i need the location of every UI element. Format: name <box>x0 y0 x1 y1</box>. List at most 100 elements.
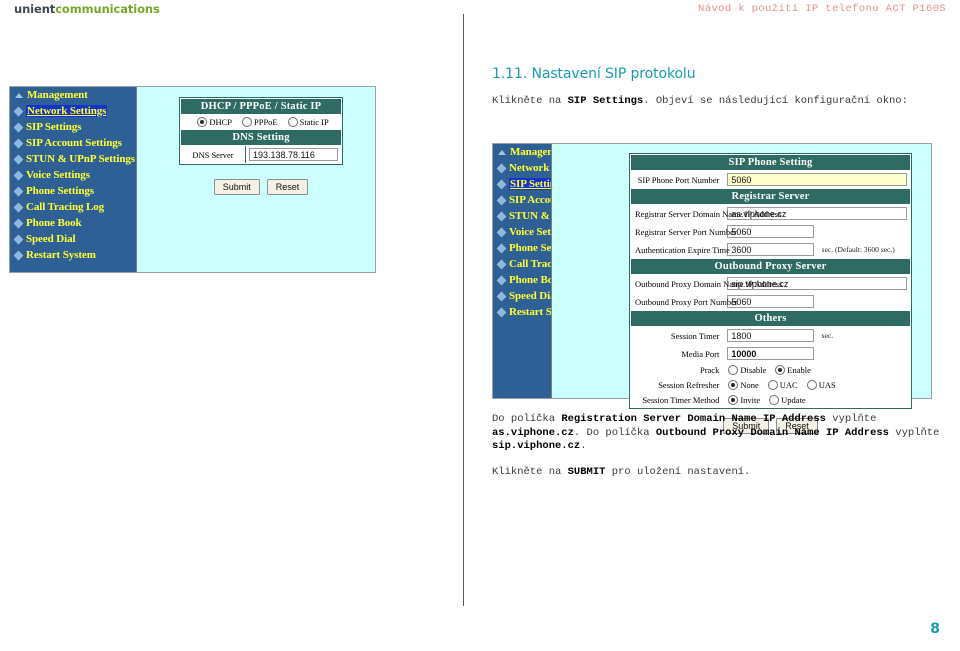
dhcp-section-header: DHCP / PPPoE / Static IP <box>181 99 341 114</box>
radio-option-method-update[interactable]: Update <box>769 395 806 405</box>
sip-phone-port-input[interactable]: 5060 <box>727 173 907 186</box>
submit-button[interactable]: Submit <box>213 179 260 195</box>
table-row: SIP Phone Setting <box>631 155 910 170</box>
outbound-port-input[interactable]: 5060 <box>727 295 814 308</box>
diamond-icon <box>496 275 507 285</box>
radio-label: UAS <box>818 380 836 390</box>
menu-item-label: Phone Book <box>26 217 82 229</box>
menu-item-voice-settings[interactable]: Voice Settings <box>493 224 573 240</box>
prack-radio-group[interactable]: Disable Enable <box>724 363 910 377</box>
menu-item-management[interactable]: Management <box>10 87 136 103</box>
intro-paragraph: Klikněte na SIP Settings. Objeví se násl… <box>492 95 932 109</box>
menu-item-network-settings[interactable]: Network Settings <box>10 103 136 119</box>
menu-item-phone-settings[interactable]: Phone Settings <box>493 240 577 256</box>
menu-item-label: Restart System <box>26 249 96 261</box>
radio-icon[interactable] <box>197 117 208 127</box>
registrar-port-input[interactable]: 5060 <box>727 225 814 238</box>
session-timer-method-radio-group[interactable]: Invite Update <box>724 393 910 407</box>
session-timer-label: Session Timer <box>631 327 724 344</box>
radio-option-dhcp[interactable]: DHCP <box>197 117 232 127</box>
media-port-input[interactable]: 10000 <box>727 347 814 360</box>
others-header: Others <box>631 311 910 326</box>
sip-phone-port-cell: 5060 <box>724 171 910 188</box>
menu-item-sip-account-settings[interactable]: SIP Account Settings <box>10 135 136 151</box>
menu-item-phone-book[interactable]: Phone Book <box>493 272 565 288</box>
outbound-domain-label: Outbound Proxy Domain Name IP Address <box>631 275 782 292</box>
menu-item-management[interactable]: Management <box>493 144 571 160</box>
session-timer-input[interactable]: 1800 <box>727 329 814 342</box>
radio-option-method-invite[interactable]: Invite <box>728 395 760 405</box>
radio-option-refresher-uac[interactable]: UAC <box>767 380 798 390</box>
final-paragraph: Klikněte na SUBMIT pro uložení nastavení… <box>492 466 942 480</box>
final-text-bold: SUBMIT <box>567 466 606 478</box>
menu-item-stun-upnp-settings[interactable]: STUN & UPnP Settings <box>493 208 618 224</box>
device-menu-left: Management Network Settings SIP Settings… <box>10 87 136 272</box>
media-port-cell: 10000 <box>724 345 817 362</box>
media-port-label: Media Port <box>631 345 724 362</box>
registrar-domain-input[interactable]: as.viphone.cz <box>727 207 907 220</box>
ip-mode-radio-group[interactable]: DHCP PPPoE Static IP <box>181 115 341 129</box>
registrar-server-header: Registrar Server <box>631 189 910 204</box>
final-text-after: pro uložení nastavení. <box>605 466 751 478</box>
radio-icon[interactable] <box>242 117 252 127</box>
menu-item-restart-system[interactable]: Restart System <box>493 304 579 320</box>
menu-item-call-tracing-log[interactable]: Call Tracing Log <box>493 256 587 272</box>
radio-label: Update <box>781 395 806 405</box>
note-text-3: . Do políčka <box>573 426 656 439</box>
menu-item-restart-system[interactable]: Restart System <box>10 247 136 263</box>
radio-icon[interactable] <box>728 380 739 390</box>
dhcp-config-panel: DHCP / PPPoE / Static IP DHCP PPPoE Stat… <box>179 97 343 195</box>
radio-icon[interactable] <box>806 380 817 390</box>
dns-server-input[interactable]: 193.138.78.116 <box>249 148 338 161</box>
outbound-port-spacer <box>817 293 910 310</box>
auth-expire-input[interactable]: 3600 <box>727 243 814 256</box>
radio-icon[interactable] <box>769 395 780 405</box>
menu-item-sip-account-settings[interactable]: SIP Account Settings <box>493 192 605 208</box>
menu-item-label: Speed Dial <box>26 233 76 245</box>
radio-option-pppoe[interactable]: PPPoE <box>242 117 278 127</box>
document-header-title: Návod k použití IP telefonu ACT P160S <box>698 3 946 15</box>
dns-server-value-cell: 193.138.78.116 <box>245 146 341 163</box>
menu-item-phone-settings[interactable]: Phone Settings <box>10 183 136 199</box>
session-refresher-radio-group[interactable]: None UAC UAS <box>724 378 910 392</box>
menu-item-phone-book[interactable]: Phone Book <box>10 215 136 231</box>
radio-option-refresher-uas[interactable]: UAS <box>806 380 836 390</box>
table-row: Registrar Server <box>631 189 910 204</box>
dns-server-label: DNS Server <box>181 146 246 163</box>
menu-item-speed-dial[interactable]: Speed Dial <box>493 288 559 304</box>
menu-item-network-settings[interactable]: Network Settings <box>493 160 588 176</box>
auth-expire-cell: 3600 <box>724 241 817 258</box>
network-button-row: Submit Reset <box>179 179 343 195</box>
radio-icon[interactable] <box>775 365 786 375</box>
radio-option-prack-disable[interactable]: Disable <box>728 365 766 375</box>
menu-item-label: Call Tracing Log <box>26 201 105 213</box>
session-timer-method-cell: Invite Update <box>724 393 910 407</box>
device-menu-right: Management Network Settings SIP Settings… <box>493 144 618 398</box>
diamond-icon <box>496 243 507 253</box>
radio-icon[interactable] <box>728 395 739 405</box>
radio-icon[interactable] <box>728 365 739 375</box>
radio-icon[interactable] <box>767 380 778 390</box>
note-bold-3: Outbound Proxy Domain Name IP Address <box>655 426 889 439</box>
radio-label: None <box>740 380 759 390</box>
menu-item-stun-upnp-settings[interactable]: STUN & UPnP Settings <box>10 151 136 167</box>
menu-item-speed-dial[interactable]: Speed Dial <box>10 231 136 247</box>
diamond-icon <box>13 186 24 196</box>
registrar-domain-label: Registrar Server Domain Name IP Address <box>631 205 781 222</box>
menu-item-call-tracing-log[interactable]: Call Tracing Log <box>10 199 136 215</box>
table-row: Authentication Expire Time 3600 sec. (De… <box>631 241 910 258</box>
menu-item-sip-settings[interactable]: SIP Settings <box>493 176 567 192</box>
reset-button[interactable]: Reset <box>266 179 309 195</box>
radio-label: DHCP <box>209 117 232 127</box>
radio-option-static-ip[interactable]: Static IP <box>287 117 329 127</box>
outbound-port-cell: 5060 <box>724 293 817 310</box>
radio-option-refresher-none[interactable]: None <box>728 380 759 390</box>
menu-item-sip-settings[interactable]: SIP Settings <box>10 119 136 135</box>
page-title: 1.11. Nastavení SIP protokolu <box>492 66 696 82</box>
radio-option-prack-enable[interactable]: Enable <box>775 365 811 375</box>
menu-item-voice-settings[interactable]: Voice Settings <box>10 167 136 183</box>
radio-icon[interactable] <box>287 117 298 127</box>
brand-logo: unientcommunications <box>14 2 160 16</box>
table-row: Outbound Proxy Domain Name IP Address si… <box>631 275 910 292</box>
outbound-domain-input[interactable]: sip.viphone.cz <box>727 277 907 290</box>
